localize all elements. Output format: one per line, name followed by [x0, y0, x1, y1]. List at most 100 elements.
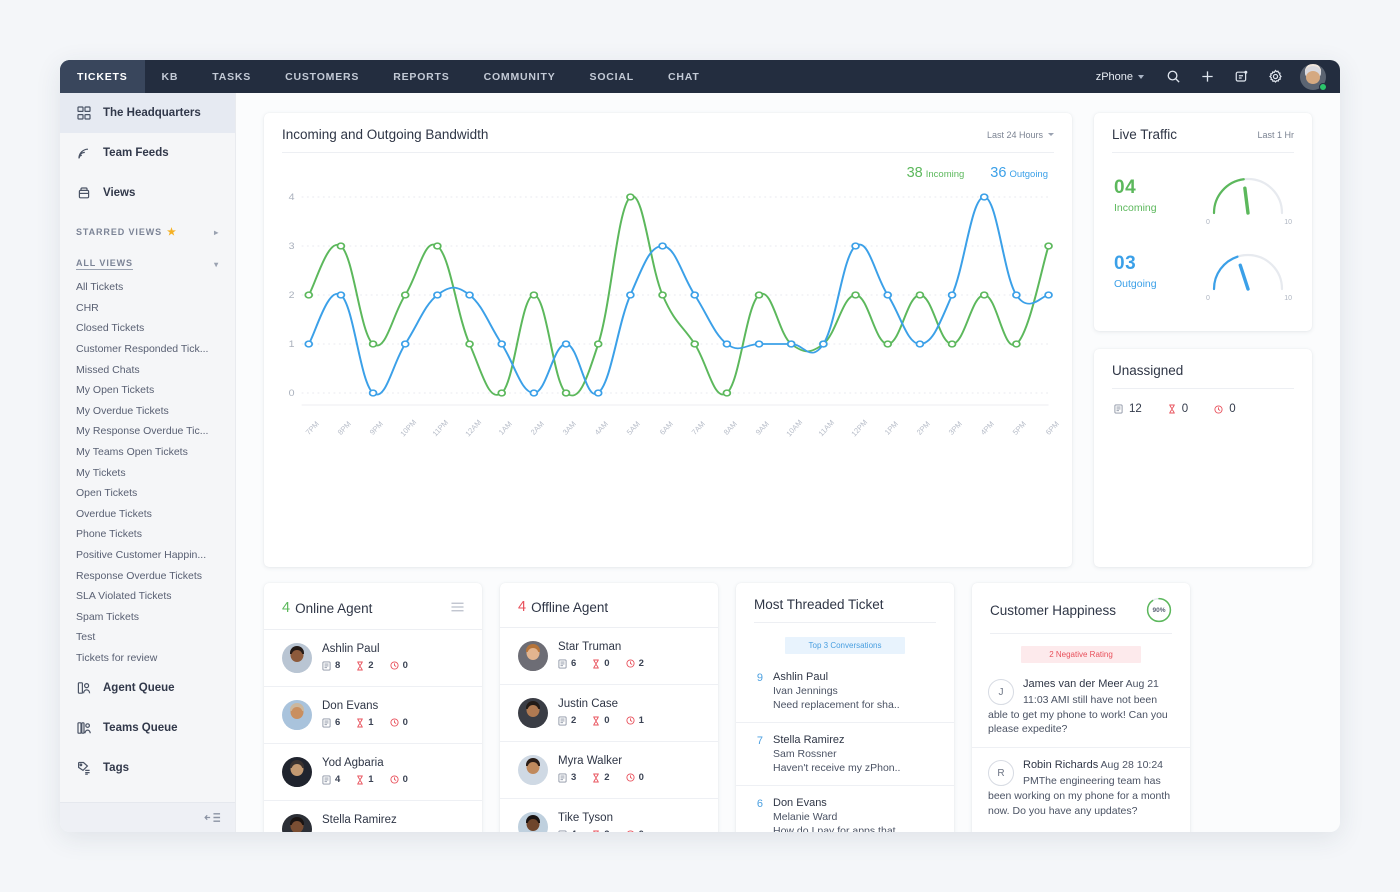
agent-row[interactable]: Tike Tyson 4 2 0 — [500, 798, 718, 832]
apps-icon[interactable] — [1224, 60, 1258, 93]
plus-icon[interactable] — [1190, 60, 1224, 93]
data-point-incoming[interactable] — [497, 389, 507, 397]
agent-row[interactable]: Stella Ramirez 3 2 0 — [264, 800, 482, 832]
sidebar-view-item[interactable]: My Tickets — [60, 462, 235, 483]
data-point-incoming[interactable] — [979, 291, 989, 299]
data-point-outgoing[interactable] — [947, 291, 957, 299]
data-point-incoming[interactable] — [529, 291, 539, 299]
tab-social[interactable]: SOCIAL — [573, 60, 651, 93]
sidebar-view-item[interactable]: All Tickets — [60, 277, 235, 298]
data-point-outgoing[interactable] — [626, 291, 635, 299]
data-point-incoming[interactable] — [1012, 340, 1021, 348]
agent-row[interactable]: Yod Agbaria 4 1 0 — [264, 743, 482, 800]
data-point-incoming[interactable] — [947, 340, 957, 348]
data-point-outgoing[interactable] — [658, 242, 667, 250]
chart-range-selector[interactable]: Last 24 Hours — [987, 130, 1054, 140]
data-point-outgoing[interactable] — [883, 291, 893, 299]
sidebar-item-teams-queue[interactable]: Teams Queue — [60, 708, 235, 748]
data-point-outgoing[interactable] — [465, 291, 474, 299]
sidebar-item-views[interactable]: Views — [60, 173, 235, 213]
data-point-incoming[interactable] — [336, 242, 346, 250]
data-point-incoming[interactable] — [433, 242, 442, 250]
tab-community[interactable]: COMMUNITY — [467, 60, 573, 93]
data-point-outgoing[interactable] — [690, 291, 700, 299]
sidebar-all-views-header[interactable]: ALL VIEWS ▾ — [60, 251, 235, 277]
data-point-outgoing[interactable] — [400, 340, 410, 348]
sidebar-view-item[interactable]: Closed Tickets — [60, 318, 235, 339]
data-point-incoming[interactable] — [304, 291, 314, 299]
sidebar-view-item[interactable]: Tickets for review — [60, 648, 235, 669]
tab-reports[interactable]: REPORTS — [376, 60, 466, 93]
sidebar-view-item[interactable]: Positive Customer Happin... — [60, 545, 235, 566]
data-point-outgoing[interactable] — [851, 242, 860, 250]
sidebar-view-item[interactable]: My Response Overdue Tic... — [60, 421, 235, 442]
data-point-incoming[interactable] — [1044, 242, 1053, 250]
threaded-ticket-row[interactable]: 9 Ashlin Paul Ivan Jennings Need replacemen… — [736, 660, 954, 722]
data-point-incoming[interactable] — [722, 389, 732, 397]
data-point-incoming[interactable] — [561, 389, 571, 397]
data-point-outgoing[interactable] — [1044, 291, 1053, 299]
agent-row[interactable]: Justin Case 2 0 1 — [500, 684, 718, 741]
data-point-outgoing[interactable] — [979, 193, 989, 201]
sidebar-view-item[interactable]: My Overdue Tickets — [60, 401, 235, 422]
avatar[interactable] — [1300, 63, 1327, 91]
sidebar-view-item[interactable]: Response Overdue Tickets — [60, 565, 235, 586]
search-icon[interactable] — [1156, 60, 1190, 93]
data-point-incoming[interactable] — [690, 340, 700, 348]
data-point-outgoing[interactable] — [497, 340, 507, 348]
sidebar-item-tags[interactable]: Tags — [60, 748, 235, 788]
sidebar-view-item[interactable]: CHR — [60, 298, 235, 319]
sidebar-view-item[interactable]: Test — [60, 627, 235, 648]
brand-selector[interactable]: zPhone — [1084, 71, 1156, 83]
threaded-ticket-row[interactable]: 7 Stella Ramirez Sam Rossner Haven't receiv… — [736, 722, 954, 785]
happiness-feedback-row[interactable]: J James van der Meer Aug 21 11:03 AMI sti… — [972, 667, 1190, 747]
sidebar-view-item[interactable]: Spam Tickets — [60, 607, 235, 628]
data-point-outgoing[interactable] — [722, 340, 732, 348]
tab-chat[interactable]: CHAT — [651, 60, 717, 93]
sidebar-view-item[interactable]: My Teams Open Tickets — [60, 442, 235, 463]
data-point-outgoing[interactable] — [754, 340, 764, 348]
data-point-outgoing[interactable] — [819, 340, 828, 348]
data-point-incoming[interactable] — [883, 340, 893, 348]
threaded-ticket-row[interactable]: 6 Don Evans Melanie Ward How do I pay for a… — [736, 785, 954, 832]
data-point-outgoing[interactable] — [336, 291, 346, 299]
sidebar-view-item[interactable]: Missed Chats — [60, 359, 235, 380]
data-point-incoming[interactable] — [851, 291, 860, 299]
sidebar-view-item[interactable]: My Open Tickets — [60, 380, 235, 401]
agent-row[interactable]: Don Evans 6 1 0 — [264, 686, 482, 743]
sidebar-view-item[interactable]: Customer Responded Tick... — [60, 339, 235, 360]
data-point-outgoing[interactable] — [304, 340, 314, 348]
data-point-incoming[interactable] — [915, 291, 925, 299]
tab-kb[interactable]: KB — [145, 60, 196, 93]
sidebar-view-item[interactable]: SLA Violated Tickets — [60, 586, 235, 607]
happiness-feedback-row[interactable]: R Robin Richards Aug 28 10:24 PMThe engin… — [972, 747, 1190, 828]
sidebar-starred-views-header[interactable]: STARRED VIEWS ★ ▸ — [60, 219, 235, 245]
data-point-outgoing[interactable] — [786, 340, 796, 348]
data-point-incoming[interactable] — [754, 291, 764, 299]
data-point-incoming[interactable] — [658, 291, 667, 299]
agent-row[interactable]: Myra Walker 3 2 0 — [500, 741, 718, 798]
tab-tickets[interactable]: TICKETS — [60, 60, 145, 93]
data-point-incoming[interactable] — [626, 193, 635, 201]
data-point-outgoing[interactable] — [561, 340, 571, 348]
data-point-outgoing[interactable] — [593, 389, 603, 397]
data-point-outgoing[interactable] — [1012, 291, 1021, 299]
data-point-outgoing[interactable] — [368, 389, 378, 397]
sidebar-view-item[interactable]: Overdue Tickets — [60, 504, 235, 525]
data-point-incoming[interactable] — [400, 291, 410, 299]
tab-customers[interactable]: CUSTOMERS — [268, 60, 376, 93]
data-point-outgoing[interactable] — [529, 389, 539, 397]
gear-icon[interactable] — [1258, 60, 1292, 93]
agent-row[interactable]: Ashlin Paul 8 2 0 — [264, 629, 482, 686]
data-point-incoming[interactable] — [593, 340, 603, 348]
data-point-incoming[interactable] — [368, 340, 378, 348]
list-menu-icon[interactable] — [451, 599, 464, 617]
data-point-incoming[interactable] — [465, 340, 474, 348]
sidebar-view-item[interactable]: Phone Tickets — [60, 524, 235, 545]
sidebar-item-team-feeds[interactable]: Team Feeds — [60, 133, 235, 173]
collapse-sidebar-icon[interactable] — [60, 802, 235, 832]
sidebar-item-agent-queue[interactable]: Agent Queue — [60, 668, 235, 708]
data-point-outgoing[interactable] — [433, 291, 442, 299]
data-point-outgoing[interactable] — [915, 340, 925, 348]
agent-row[interactable]: Star Truman 6 0 2 — [500, 627, 718, 684]
